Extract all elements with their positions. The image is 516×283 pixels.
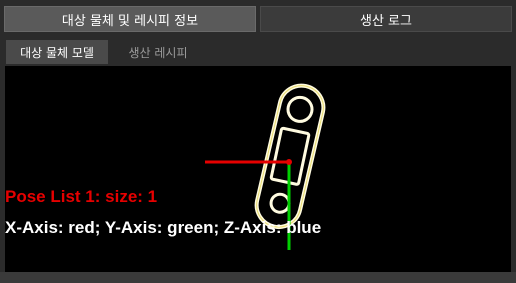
top-tab-bar: 대상 물체 및 레시피 정보 생산 로그: [0, 0, 516, 34]
tab-object-model[interactable]: 대상 물체 모델: [6, 40, 108, 64]
object-model-viewer[interactable]: Pose List 1: size: 1 X-Axis: red; Y-Axis…: [5, 66, 511, 272]
pose-origin: [286, 159, 292, 165]
tab-production-log[interactable]: 생산 로그: [260, 6, 512, 32]
tab-production-recipe[interactable]: 생산 레시피: [110, 40, 206, 64]
upper-hole: [286, 95, 314, 123]
sub-tab-bar: 대상 물체 모델 생산 레시피: [0, 38, 516, 66]
model-render: [205, 83, 326, 250]
horizontal-scrollbar[interactable]: [0, 272, 516, 283]
axis-legend-label: X-Axis: red; Y-Axis: green; Z-Axis: blue: [5, 218, 322, 237]
pose-list-label: Pose List 1: size: 1: [5, 187, 158, 206]
tab-object-recipe-info[interactable]: 대상 물체 및 레시피 정보: [4, 6, 256, 32]
